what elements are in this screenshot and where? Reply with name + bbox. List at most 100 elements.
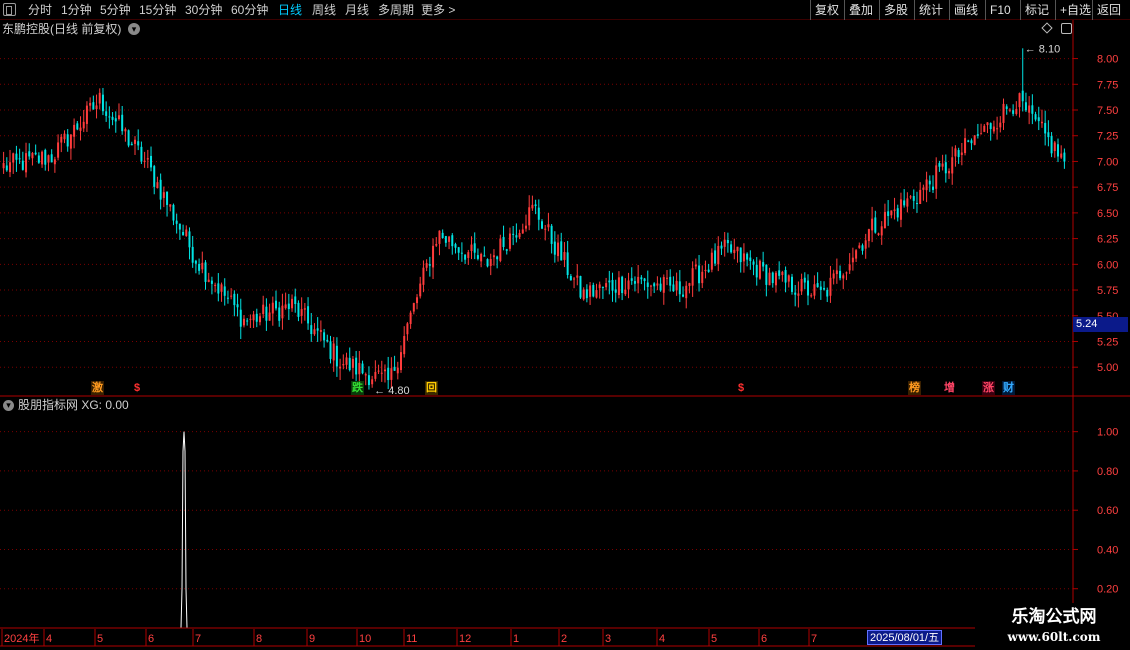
chevron-down-icon[interactable]: ▾ [128, 23, 140, 35]
candle-body [310, 325, 313, 335]
chevron-down-icon[interactable]: ▾ [3, 400, 14, 411]
candle-body [807, 280, 810, 296]
candle-body [531, 204, 534, 209]
candle-body [457, 247, 460, 253]
candle-body [297, 302, 300, 317]
candle-body [656, 283, 659, 286]
candle-body [659, 283, 662, 291]
candle-body [678, 281, 681, 295]
candle-body [960, 152, 963, 155]
candle-body [614, 289, 617, 293]
candle-body [794, 292, 797, 295]
candle-body [432, 245, 435, 268]
candle-body [919, 189, 922, 204]
date-tick-label: 5 [711, 633, 717, 645]
candle-body [25, 153, 28, 173]
settings-box-icon[interactable] [1061, 23, 1072, 34]
candle-body [996, 128, 999, 130]
signal-marker[interactable]: 激 [91, 381, 104, 395]
axis-tick-label: 6.00 [1097, 259, 1118, 271]
candle-body [826, 290, 829, 297]
candle-body [1021, 90, 1024, 102]
candle-body [60, 136, 63, 143]
candle-body [941, 163, 944, 167]
candle-body [899, 199, 902, 220]
candle-body [819, 286, 822, 290]
signal-marker[interactable]: 榜 [908, 381, 921, 395]
candle-body [948, 171, 951, 174]
candle-body [1047, 132, 1050, 138]
axis-tick-label: 0.40 [1097, 544, 1118, 556]
candle-body [220, 284, 223, 292]
candle-body [643, 278, 646, 282]
chart-canvas[interactable]: 5.005.255.505.756.006.256.506.757.007.25… [0, 0, 1130, 650]
candle-body [50, 154, 53, 163]
candle-body [284, 304, 287, 309]
candle-body [28, 151, 31, 157]
candle-body [909, 196, 912, 198]
signal-marker[interactable]: 回 [425, 381, 438, 395]
candle-body [117, 115, 120, 120]
signal-marker[interactable]: 跌 [351, 381, 364, 395]
candle-body [598, 284, 601, 289]
date-tick-label: 2 [561, 633, 567, 645]
main-grid [0, 58, 1130, 397]
signal-marker[interactable]: 涨 [982, 381, 995, 395]
candle-body [268, 312, 271, 321]
date-tick-label: 5 [97, 633, 103, 645]
signal-marker[interactable]: $ [133, 381, 141, 395]
candle-body [762, 262, 765, 267]
candle-body [153, 166, 156, 187]
candle-body [1012, 110, 1015, 114]
candle-body [951, 157, 954, 174]
candle-body [662, 277, 665, 293]
candle-body [492, 255, 495, 258]
candle-body [47, 155, 50, 163]
candle-body [258, 316, 261, 323]
candle-body [236, 304, 239, 308]
candle-body [393, 366, 396, 371]
candle-body [893, 209, 896, 211]
candle-body [63, 133, 66, 140]
candle-body [823, 288, 826, 290]
candle-body [428, 264, 431, 266]
axis-tick-label: 7.25 [1097, 131, 1118, 143]
signal-marker[interactable]: 增 [943, 381, 956, 395]
candle-body [845, 272, 848, 274]
candle-body [166, 191, 169, 205]
candle-body [601, 286, 604, 288]
candle-body [44, 149, 47, 165]
candle-body [666, 277, 668, 279]
date-tick-label: 12 [459, 633, 471, 645]
candle-body [505, 249, 508, 251]
watermark-url: www.60lt.com [1007, 630, 1101, 644]
signal-marker[interactable]: $ [737, 381, 745, 395]
candle-body [611, 279, 614, 291]
candle-body [396, 367, 399, 374]
stock-title: 东鹏控股(日线 前复权) [2, 22, 122, 36]
candle-body [560, 241, 563, 261]
candle-body [124, 129, 127, 132]
indicator-axis: 0.20 0.40 0.60 0.80 1.00 [1073, 427, 1118, 596]
candle-body [85, 105, 88, 124]
candle-body [867, 229, 870, 242]
candle-body [226, 297, 229, 299]
candle-body [143, 160, 146, 162]
candle-body [800, 278, 803, 292]
candle-body [524, 225, 527, 229]
low-price-label: ← 4.80 [374, 385, 409, 397]
candle-body [707, 269, 710, 272]
candle-body [646, 282, 649, 287]
candle-body [874, 217, 877, 233]
candle-body [541, 221, 544, 229]
candle-body [964, 138, 967, 154]
candle-body [454, 244, 457, 248]
candle-body [1056, 144, 1059, 157]
date-tick-label: 8 [256, 633, 262, 645]
date-tick-label: 9 [309, 633, 315, 645]
candle-body [374, 371, 377, 379]
candle-body [460, 252, 463, 254]
signal-marker[interactable]: 财 [1002, 381, 1015, 395]
axis-tick-label: 5.25 [1097, 336, 1118, 348]
candle-body [230, 295, 233, 297]
